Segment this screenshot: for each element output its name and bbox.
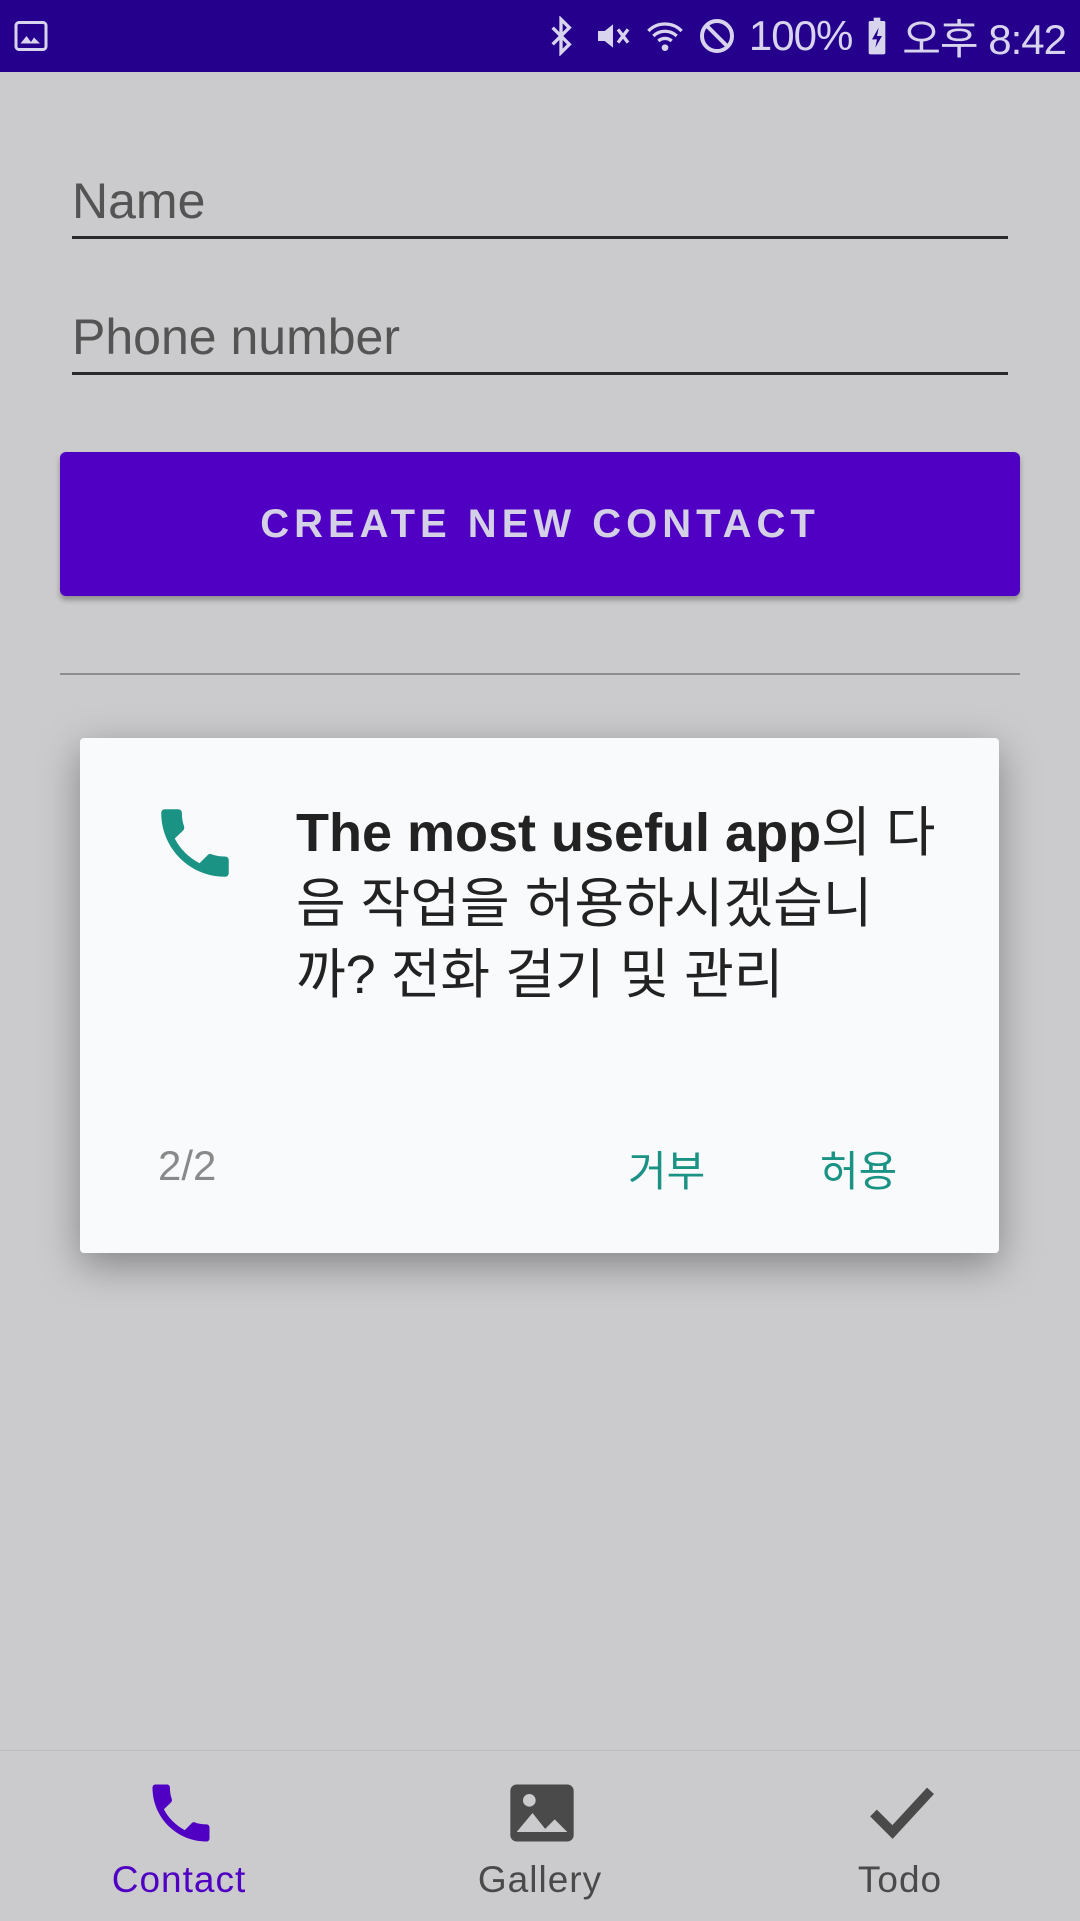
permission-message: The most useful app의 다음 작업을 허용하시겠습니까? 전화… — [296, 798, 936, 1011]
name-placeholder: Name — [72, 173, 206, 229]
battery-percent: 100% — [748, 12, 853, 59]
nav-item-contact[interactable]: Contact — [59, 1751, 299, 1921]
nav-item-gallery[interactable]: Gallery — [420, 1751, 660, 1921]
deny-button[interactable]: 거부 — [628, 1138, 705, 1199]
divider — [60, 673, 1020, 675]
nav-label-gallery: Gallery — [477, 1859, 603, 1900]
image-icon — [14, 21, 48, 51]
vibrate-mute-icon — [597, 24, 630, 48]
name-field[interactable]: Name — [72, 166, 1008, 239]
phone-icon — [161, 809, 229, 877]
image-icon — [510, 1784, 574, 1842]
phone-icon — [152, 1784, 210, 1842]
bottom-navigation: Contact Gallery Todo — [0, 1750, 1080, 1921]
permission-counter: 2/2 — [158, 1142, 217, 1189]
battery-charging-icon — [868, 17, 886, 55]
nav-item-todo[interactable]: Todo — [780, 1751, 1020, 1921]
bluetooth-icon — [551, 16, 572, 56]
wifi-icon — [647, 22, 683, 51]
nav-label-todo: Todo — [857, 1859, 943, 1900]
check-icon — [870, 1787, 934, 1839]
nav-label-contact: Contact — [111, 1859, 247, 1900]
do-not-disturb-icon — [699, 19, 734, 53]
create-new-contact-button[interactable]: CREATE NEW CONTACT — [60, 452, 1020, 596]
app-name: The most useful app — [296, 803, 822, 863]
phone-number-placeholder: Phone number — [72, 309, 401, 365]
phone-number-field[interactable]: Phone number — [72, 302, 1008, 375]
allow-button[interactable]: 허용 — [820, 1138, 897, 1199]
permission-dialog: The most useful app의 다음 작업을 허용하시겠습니까? 전화… — [80, 738, 999, 1253]
status-bar: 100% 오후 8:42 — [0, 0, 1080, 72]
status-time: 오후 8:42 — [902, 15, 1067, 63]
